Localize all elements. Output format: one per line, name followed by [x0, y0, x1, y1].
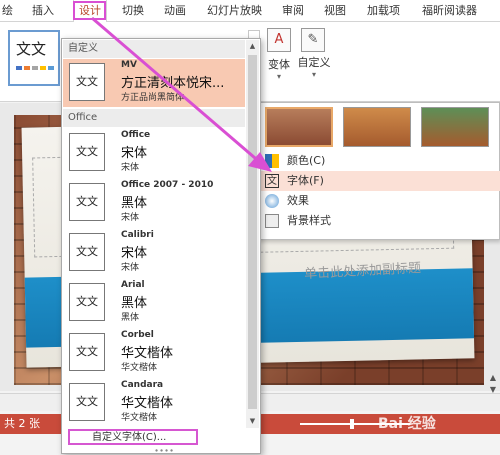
font-preview-icon: 文文: [69, 63, 105, 101]
variant-thumbnail[interactable]: [265, 107, 333, 147]
font-preview-icon: 文文: [69, 283, 105, 321]
fonts-scrollbar[interactable]: ▲ ▼: [246, 40, 259, 428]
menu-item-colors[interactable]: 颜色(C): [259, 151, 500, 171]
variant-thumbnail[interactable]: [343, 107, 411, 147]
theme-colors: [16, 66, 54, 70]
font-name: MV: [121, 60, 137, 70]
font-name: Office: [121, 130, 151, 140]
customize-icon: ✎: [301, 28, 325, 52]
tab-animations[interactable]: 动画: [164, 0, 186, 22]
font-preview-icon: 文文: [69, 183, 105, 221]
design-tab-annotation: [73, 1, 106, 20]
chevron-down-icon: ▾: [311, 70, 316, 79]
chevron-down-icon: ▾: [276, 72, 281, 81]
variant-label-text: 变体: [268, 58, 290, 71]
scroll-up-icon[interactable]: ▲: [490, 373, 496, 382]
palette-icon: [265, 154, 279, 168]
font-preview-icon: 文文: [69, 333, 105, 371]
customize-button[interactable]: ✎: [298, 28, 328, 55]
font-body: 黑体: [121, 313, 140, 323]
scroll-down-icon[interactable]: ▼: [246, 415, 259, 428]
font-preview-icon: 文文: [69, 233, 105, 271]
font-item-office-2007[interactable]: 文文 Office 2007 - 2010 黑体 宋体: [63, 179, 245, 227]
menu-item-fonts[interactable]: 文 字体(F): [259, 171, 500, 191]
font-item-corbel[interactable]: 文文 Corbel 华文楷体 华文楷体: [63, 329, 245, 377]
page-count: 共 2 张: [4, 417, 40, 430]
variant-thumbnail[interactable]: [421, 107, 489, 147]
menu-label: 效果: [287, 194, 309, 207]
variant-gallery: 颜色(C) 文 字体(F) 效果 背景样式: [258, 102, 500, 240]
menu-label: 背景样式: [287, 214, 331, 227]
tab-view[interactable]: 视图: [324, 0, 346, 22]
font-item-candara[interactable]: 文文 Candara 华文楷体 华文楷体: [63, 379, 245, 427]
font-heading: 宋体: [121, 146, 148, 161]
tab-transitions[interactable]: 切换: [122, 0, 144, 22]
font-body: 方正品尚黑简体: [121, 93, 185, 103]
watermark: Bai 经验: [378, 416, 436, 432]
font-name: Arial: [121, 280, 145, 290]
font-item-arial[interactable]: 文文 Arial 黑体 黑体: [63, 279, 245, 327]
section-header-office: Office: [63, 109, 245, 127]
menu-label: 颜色(C): [287, 154, 326, 167]
tab-foxit[interactable]: 福昕阅读器: [422, 0, 477, 22]
tab-slideshow[interactable]: 幻灯片放映: [207, 0, 262, 22]
font-body: 华文楷体: [121, 413, 158, 423]
variant-label[interactable]: 变体 ▾: [264, 56, 294, 81]
tab-partial[interactable]: 绘: [2, 0, 13, 22]
menu-item-background[interactable]: 背景样式: [259, 211, 500, 231]
effects-icon: [265, 194, 279, 208]
font-name: Calibri: [121, 230, 154, 240]
background-style-icon: [265, 214, 279, 228]
tab-insert[interactable]: 插入: [32, 0, 54, 22]
font-preview-icon: 文文: [69, 133, 105, 171]
section-header-custom: 自定义: [63, 40, 245, 58]
variant-button[interactable]: A: [264, 28, 294, 55]
font-heading: 黑体: [121, 296, 148, 311]
font-body: 宋体: [121, 163, 140, 173]
font-heading: 黑体: [121, 196, 148, 211]
scroll-up-icon[interactable]: ▲: [246, 40, 259, 53]
font-body: 宋体: [121, 263, 140, 273]
customize-fonts-button[interactable]: 自定义字体(C)...: [68, 429, 198, 445]
font-item-office[interactable]: 文文 Office 宋体 宋体: [63, 129, 245, 177]
font-icon: 文: [265, 174, 279, 188]
tab-review[interactable]: 审阅: [282, 0, 304, 22]
font-name: Office 2007 - 2010: [121, 180, 214, 190]
customize-label[interactable]: 自定义 ▾: [297, 54, 331, 79]
menu-item-effects[interactable]: 效果: [259, 191, 500, 211]
font-name: Corbel: [121, 330, 154, 340]
theme-thumbnail-text: 文文: [16, 40, 47, 58]
font-heading: 华文楷体: [121, 396, 174, 411]
font-item-calibri[interactable]: 文文 Calibri 宋体 宋体: [63, 229, 245, 277]
font-preview-icon: 文文: [69, 383, 105, 421]
font-body: 宋体: [121, 213, 140, 223]
font-item-mv[interactable]: 文文 MV 方正清刻本悦宋... 方正品尚黑简体: [63, 59, 245, 107]
menu-label: 字体(F): [287, 174, 324, 187]
zoom-slider-knob[interactable]: [350, 419, 354, 429]
fonts-dropdown: 自定义 文文 MV 方正清刻本悦宋... 方正品尚黑简体 Office 文文 O…: [61, 38, 261, 455]
tab-addins[interactable]: 加载项: [367, 0, 400, 22]
customize-label-text: 自定义: [297, 56, 331, 69]
theme-thumbnail[interactable]: 文文: [8, 30, 60, 86]
font-heading: 华文楷体: [121, 346, 174, 361]
font-heading: 方正清刻本悦宋...: [121, 76, 225, 91]
font-body: 华文楷体: [121, 363, 158, 373]
font-heading: 宋体: [121, 246, 148, 261]
font-name: Candara: [121, 380, 164, 390]
scrollbar-thumb[interactable]: [248, 55, 257, 409]
variant-icon: A: [267, 28, 291, 52]
